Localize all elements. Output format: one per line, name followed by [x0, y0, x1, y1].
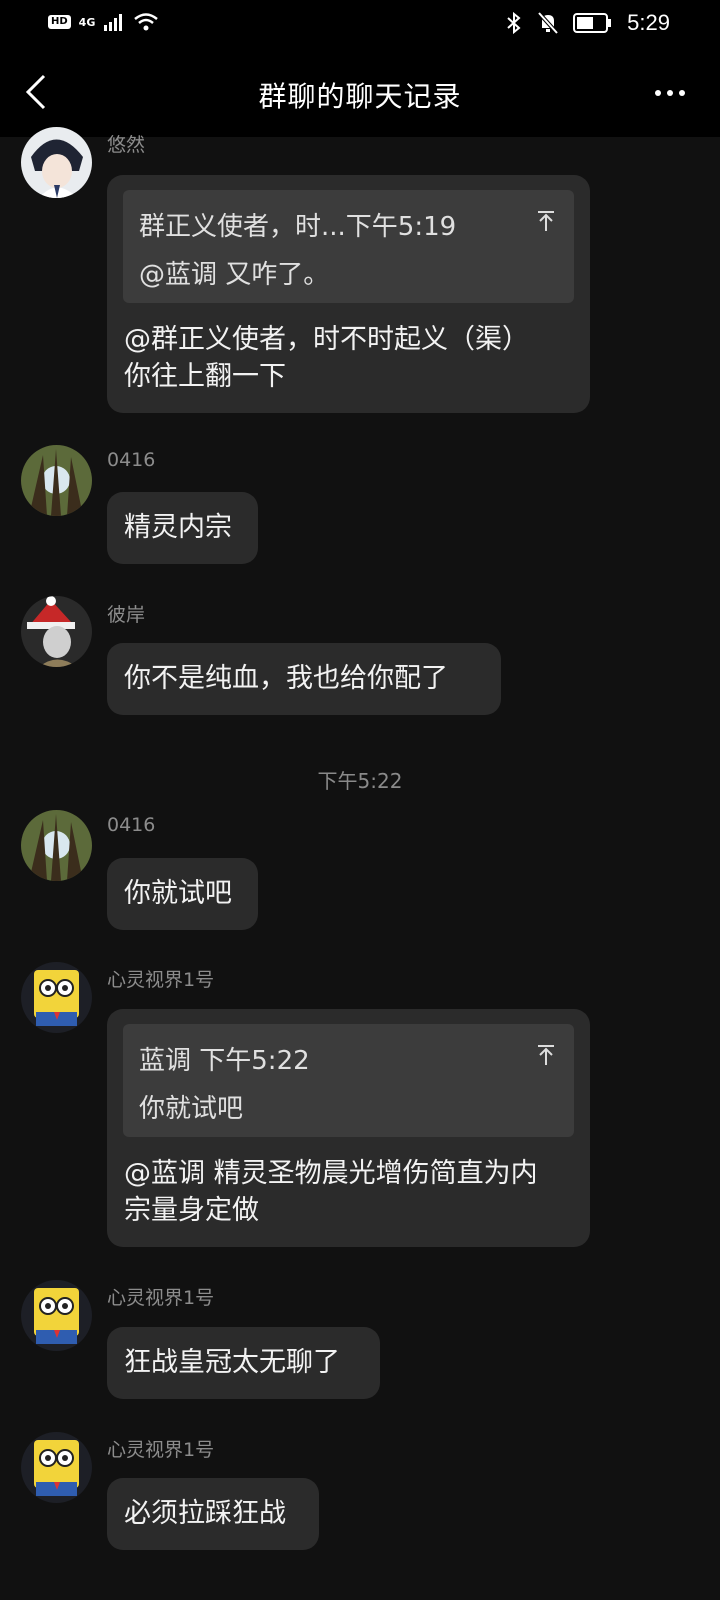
- message-bubble[interactable]: 蓝调 下午5:22 你就试吧 @蓝调 精灵圣物晨光增伤简直为内 宗量身定做: [107, 1009, 590, 1247]
- status-bar: HD 4G 5:29: [0, 0, 720, 48]
- message-bubble[interactable]: 狂战皇冠太无聊了: [107, 1327, 380, 1399]
- sender-name: 彼岸: [107, 604, 146, 626]
- more-options-button[interactable]: [650, 78, 690, 108]
- battery-icon: [573, 13, 612, 33]
- sender-name: 心灵视界1号: [107, 1439, 215, 1461]
- quote-header: 群正义使者，时...下午5:19: [139, 212, 457, 242]
- time-divider: 下午5:22: [317, 769, 403, 793]
- message-text-line: @群正义使者，时不时起义（渠）: [124, 324, 529, 355]
- avatar[interactable]: [21, 810, 92, 881]
- message-text-line: 宗量身定做: [124, 1195, 259, 1226]
- avatar[interactable]: [21, 127, 92, 198]
- more-dots-icon: [655, 90, 685, 96]
- status-clock: 5:29: [627, 10, 670, 35]
- bluetooth-icon: [507, 11, 521, 35]
- avatar[interactable]: [21, 1432, 92, 1503]
- sender-name: 0416: [107, 449, 156, 471]
- quote-header: 蓝调 下午5:22: [139, 1046, 310, 1076]
- jump-to-original-icon[interactable]: [536, 1044, 556, 1066]
- message-bubble[interactable]: 群正义使者，时...下午5:19 @蓝调 又咋了。 @群正义使者，时不时起义（渠…: [107, 175, 590, 413]
- quote-body: @蓝调 又咋了。: [139, 260, 330, 290]
- sender-name: 悠然: [107, 134, 146, 156]
- quoted-message[interactable]: 蓝调 下午5:22 你就试吧: [123, 1024, 574, 1137]
- mute-icon: [537, 11, 559, 35]
- message-text-line: 你往上翻一下: [124, 361, 286, 392]
- signal-icon: [104, 14, 123, 31]
- network-type: 4G: [78, 15, 96, 29]
- quoted-message[interactable]: 群正义使者，时...下午5:19 @蓝调 又咋了。: [123, 190, 574, 303]
- hd-icon: HD: [48, 15, 71, 29]
- message-bubble[interactable]: 你不是纯血，我也给你配了: [107, 643, 501, 715]
- message-text-line: 狂战皇冠太无聊了: [124, 1347, 340, 1378]
- page-title: 群聊的聊天记录: [258, 80, 462, 113]
- message-text-line: 你不是纯血，我也给你配了: [124, 663, 448, 694]
- message-text-line: @蓝调 精灵圣物晨光增伤简直为内: [124, 1158, 538, 1189]
- message-text-line: 你就试吧: [124, 878, 232, 909]
- avatar[interactable]: [21, 445, 92, 516]
- message-text-line: 必须拉踩狂战: [124, 1498, 286, 1529]
- sender-name: 0416: [107, 814, 156, 836]
- message-bubble[interactable]: 你就试吧: [107, 858, 258, 930]
- top-bar: 群聊的聊天记录: [0, 48, 720, 137]
- message-text-line: 精灵内宗: [124, 512, 232, 543]
- avatar[interactable]: [21, 962, 92, 1033]
- message-bubble[interactable]: 精灵内宗: [107, 492, 258, 564]
- sender-name: 心灵视界1号: [107, 969, 215, 991]
- jump-to-original-icon[interactable]: [536, 210, 556, 232]
- wifi-icon: [134, 13, 159, 31]
- sender-name: 心灵视界1号: [107, 1287, 215, 1309]
- avatar[interactable]: [21, 1280, 92, 1351]
- message-bubble[interactable]: 必须拉踩狂战: [107, 1478, 319, 1550]
- quote-body: 你就试吧: [139, 1094, 244, 1124]
- avatar[interactable]: [21, 596, 92, 667]
